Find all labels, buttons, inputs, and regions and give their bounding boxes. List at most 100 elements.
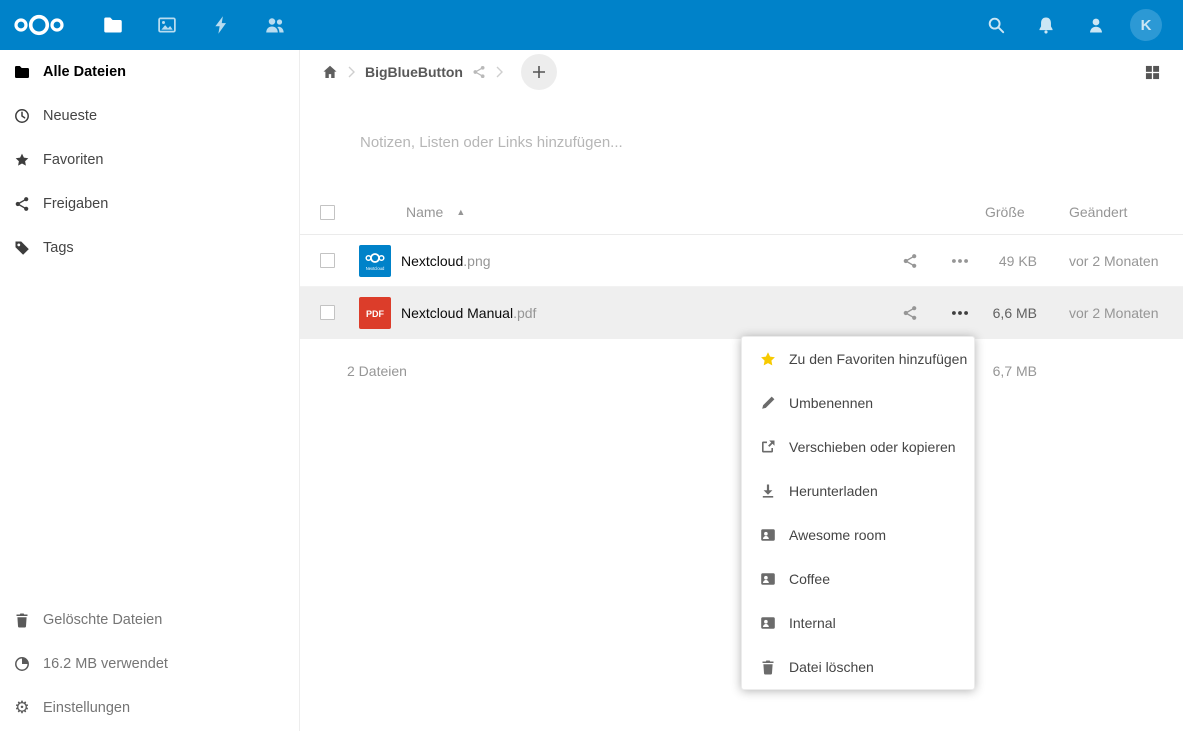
name-header-label: Name [406, 204, 443, 220]
sidebar-item-settings[interactable]: ⚙ Einstellungen [0, 686, 299, 730]
share-button[interactable] [885, 305, 935, 321]
more-dots-icon [951, 304, 969, 322]
sidebar-item-label: Favoriten [43, 152, 103, 168]
contacts-app-icon [265, 15, 285, 35]
controls-bar: BigBlueButton [300, 50, 1183, 94]
menu-item-room-awesome-room[interactable]: Awesome room [742, 513, 974, 557]
user-menu-button[interactable]: K [1121, 0, 1171, 50]
gear-icon: ⚙ [14, 700, 30, 716]
nextcloud-image-thumbnail: Nextcloud [359, 245, 391, 277]
share-icon[interactable] [472, 65, 486, 79]
file-modified: vor 2 Monaten [1069, 305, 1183, 321]
file-modified: vor 2 Monaten [1069, 253, 1183, 269]
pdf-thumbnail: PDF [359, 297, 391, 329]
notifications-button[interactable] [1021, 0, 1071, 50]
table-row[interactable]: Nextcloud Nextcloud.png 49 KB vor 2 Mona… [300, 235, 1183, 287]
column-header-name[interactable]: Name ▲ [406, 204, 465, 220]
select-all-checkbox[interactable] [320, 205, 335, 220]
file-actions-button[interactable] [935, 304, 985, 322]
topbar-right: K [971, 0, 1171, 50]
file-size: 49 KB [985, 253, 1037, 269]
column-header-size[interactable]: Größe [985, 204, 1037, 220]
menu-item-add-to-favorites[interactable]: Zu den Favoriten hinzufügen [742, 337, 974, 381]
file-actions-button[interactable] [935, 252, 985, 270]
activity-icon [211, 15, 231, 35]
app-photos-button[interactable] [140, 0, 194, 50]
select-checkbox[interactable] [320, 253, 335, 268]
notifications-bell-icon [1037, 16, 1055, 34]
thumbnail-label: PDF [366, 309, 385, 319]
download-icon [760, 483, 776, 499]
room-icon [760, 571, 776, 587]
room-icon [760, 527, 776, 543]
menu-item-label: Umbenennen [789, 395, 873, 411]
quota-pie-icon [14, 656, 30, 672]
sidebar-item-all-files[interactable]: Alle Dateien [0, 50, 299, 94]
select-checkbox[interactable] [320, 305, 335, 320]
sidebar-item-label: Einstellungen [43, 700, 130, 716]
menu-item-room-coffee[interactable]: Coffee [742, 557, 974, 601]
sidebar-item-label: Tags [43, 240, 74, 256]
search-button[interactable] [971, 0, 1021, 50]
search-icon [987, 16, 1005, 34]
menu-item-room-internal[interactable]: Internal [742, 601, 974, 645]
menu-item-label: Coffee [789, 571, 830, 587]
nextcloud-logo [13, 13, 67, 37]
sidebar-item-shares[interactable]: Freigaben [0, 182, 299, 226]
home-icon[interactable] [322, 64, 338, 80]
menu-item-label: Herunterladen [789, 483, 878, 499]
column-header-modified[interactable]: Geändert [1069, 204, 1183, 220]
app-activity-button[interactable] [194, 0, 248, 50]
file-extension: .pdf [513, 305, 536, 321]
sidebar-item-favorites[interactable]: Favoriten [0, 138, 299, 182]
sidebar-item-quota[interactable]: 16.2 MB verwendet [0, 642, 299, 686]
trash-icon [14, 612, 30, 628]
files-folder-icon [103, 15, 123, 35]
sidebar-item-tags[interactable]: Tags [0, 226, 299, 270]
menu-item-move-or-copy[interactable]: Verschieben oder kopieren [742, 425, 974, 469]
sidebar-footer: Gelöschte Dateien 16.2 MB verwendet ⚙ Ei… [0, 598, 299, 731]
sidebar-item-label: Gelöschte Dateien [43, 612, 162, 628]
folder-icon [14, 64, 30, 80]
avatar[interactable]: K [1130, 9, 1162, 41]
file-basename: Nextcloud Manual [401, 305, 513, 321]
pencil-icon [760, 395, 776, 411]
breadcrumb-folder[interactable]: BigBlueButton [365, 64, 463, 80]
file-actions-menu: Zu den Favoriten hinzufügen Umbenennen V… [741, 336, 975, 690]
menu-item-label: Verschieben oder kopieren [789, 439, 956, 455]
file-name[interactable]: Nextcloud.png [401, 253, 885, 269]
topbar: K [0, 0, 1183, 50]
sidebar-item-recent[interactable]: Neueste [0, 94, 299, 138]
new-file-button[interactable] [521, 54, 557, 90]
notes-input[interactable] [360, 132, 790, 152]
menu-item-delete-file[interactable]: Datei löschen [742, 645, 974, 689]
sidebar-item-label: Alle Dateien [43, 64, 126, 80]
star-icon [760, 351, 776, 367]
grid-view-toggle[interactable] [1134, 54, 1170, 90]
menu-item-rename[interactable]: Umbenennen [742, 381, 974, 425]
clock-icon [14, 108, 30, 124]
sidebar-item-label: Freigaben [43, 196, 108, 212]
main-layout: Alle Dateien Neueste Favoriten Freigaben… [0, 50, 1183, 731]
file-list-header: Name ▲ Größe Geändert [300, 190, 1183, 235]
sidebar: Alle Dateien Neueste Favoriten Freigaben… [0, 50, 300, 731]
photos-icon [157, 15, 177, 35]
share-icon [902, 305, 918, 321]
menu-item-label: Awesome room [789, 527, 886, 543]
share-button[interactable] [885, 253, 935, 269]
app-files-button[interactable] [86, 0, 140, 50]
file-name[interactable]: Nextcloud Manual.pdf [401, 305, 885, 321]
file-extension: .png [463, 253, 490, 269]
contacts-menu-button[interactable] [1071, 0, 1121, 50]
menu-item-download[interactable]: Herunterladen [742, 469, 974, 513]
move-copy-icon [760, 439, 776, 455]
app-nav [86, 0, 302, 50]
sidebar-item-deleted-files[interactable]: Gelöschte Dateien [0, 598, 299, 642]
plus-icon [532, 65, 546, 79]
app-contacts-button[interactable] [248, 0, 302, 50]
tag-icon [14, 240, 30, 256]
menu-item-label: Zu den Favoriten hinzufügen [789, 351, 967, 367]
star-icon [14, 152, 30, 168]
table-row[interactable]: PDF Nextcloud Manual.pdf 6,6 MB vor 2 Mo… [300, 287, 1183, 339]
room-icon [760, 615, 776, 631]
